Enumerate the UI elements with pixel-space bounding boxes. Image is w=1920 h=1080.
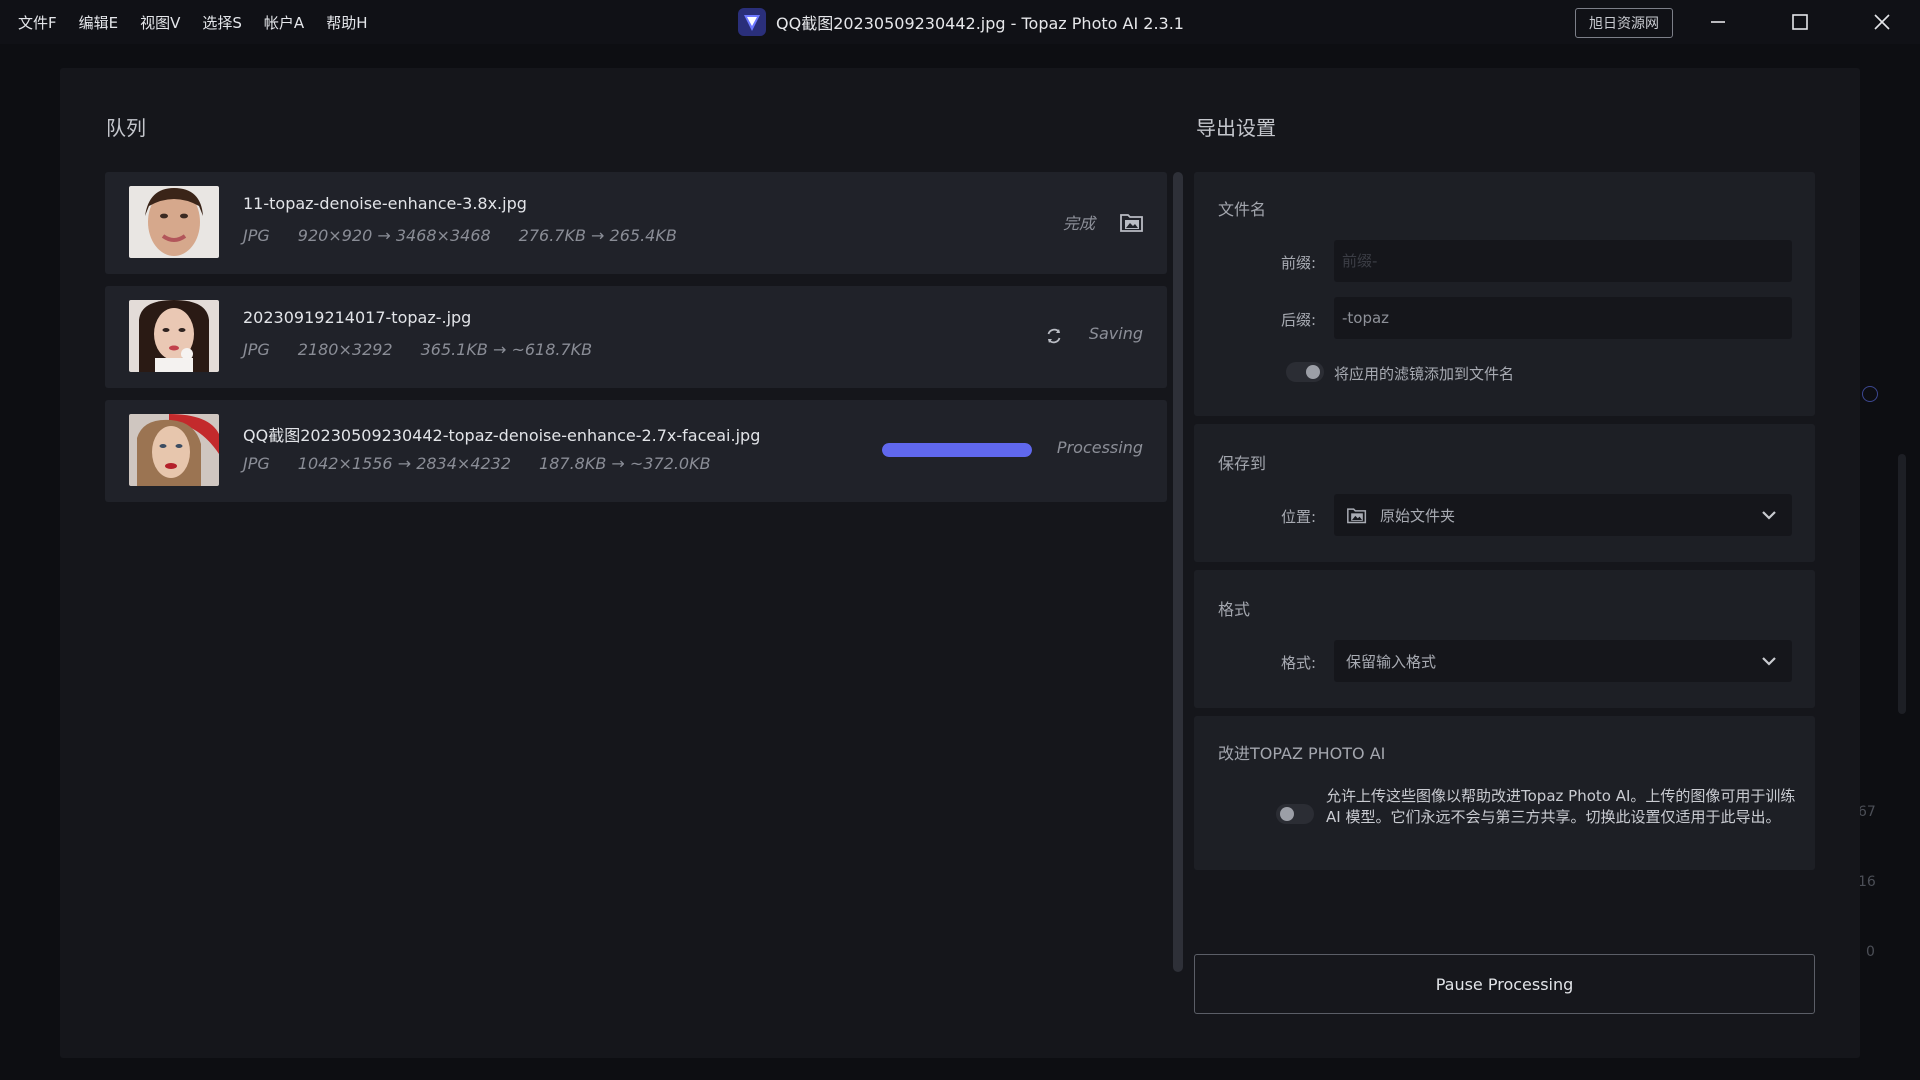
filename-panel: 文件名 前缀: 后缀: 将应用的滤镜添加到文件名 bbox=[1194, 172, 1815, 416]
export-dialog: 队列 导出设置 11-topaz-denoise-enhance-3.8x.jp… bbox=[60, 68, 1860, 1058]
spinner-icon bbox=[1047, 328, 1061, 344]
window-title-text: QQ截图20230509230442.jpg - Topaz Photo AI … bbox=[776, 14, 1184, 33]
filter-name-toggle[interactable] bbox=[1286, 362, 1324, 382]
improve-section-label: 改进TOPAZ PHOTO AI bbox=[1218, 744, 1386, 763]
status-text: Saving bbox=[1088, 324, 1143, 343]
minimize-button[interactable] bbox=[1688, 0, 1748, 44]
location-label: 位置: bbox=[1280, 508, 1316, 526]
file-format: JPG bbox=[243, 340, 270, 359]
file-meta: JPG 2180×3292 365.1KB → ~618.7KB bbox=[243, 340, 620, 359]
progress-bar bbox=[882, 443, 1032, 457]
save-section-label: 保存到 bbox=[1218, 454, 1267, 473]
suffix-label: 后缀: bbox=[1280, 311, 1316, 329]
menu-bar: 文件F 编辑E 视图V 选择S 帐户A 帮助H bbox=[0, 0, 381, 44]
queue-item[interactable]: 20230919214017-topaz-.jpg JPG 2180×3292 … bbox=[105, 286, 1167, 388]
location-value: 原始文件夹 bbox=[1380, 506, 1456, 525]
menu-account[interactable]: 帐户A bbox=[256, 12, 312, 33]
file-dimensions: 920×920 → 3468×3468 bbox=[297, 226, 491, 245]
toggle-knob bbox=[1280, 807, 1294, 821]
format-panel: 格式 格式: 保留输入格式 bbox=[1194, 570, 1815, 708]
progress-fill bbox=[882, 443, 1032, 457]
folder-image-icon bbox=[1347, 508, 1367, 524]
toggle-knob bbox=[1306, 365, 1320, 379]
file-meta: JPG 1042×1556 → 2834×4232 187.8KB → ~372… bbox=[243, 454, 739, 473]
queue-item[interactable]: 11-topaz-denoise-enhance-3.8x.jpg JPG 92… bbox=[105, 172, 1167, 274]
background-value: 67 bbox=[1858, 804, 1876, 820]
improve-panel: 改进TOPAZ PHOTO AI 允许上传这些图像以帮助改进Topaz Phot… bbox=[1194, 716, 1815, 870]
window-title: QQ截图20230509230442.jpg - Topaz Photo AI … bbox=[738, 0, 1184, 44]
menu-help[interactable]: 帮助H bbox=[318, 12, 375, 33]
thumbnail bbox=[129, 186, 219, 258]
upload-images-toggle[interactable] bbox=[1276, 804, 1314, 824]
status-text: 完成 bbox=[1062, 214, 1095, 233]
queue-item[interactable]: QQ截图20230509230442-topaz-denoise-enhance… bbox=[105, 400, 1167, 502]
background-value: 16 bbox=[1858, 874, 1876, 890]
open-folder-button[interactable] bbox=[1119, 210, 1145, 234]
status-text: Processing bbox=[1056, 438, 1143, 457]
pause-processing-button[interactable]: Pause Processing bbox=[1194, 954, 1815, 1014]
format-value: 保留输入格式 bbox=[1346, 652, 1437, 671]
menu-file[interactable]: 文件F bbox=[10, 12, 65, 33]
file-size: 276.7KB → 265.4KB bbox=[518, 226, 677, 245]
format-label: 格式: bbox=[1280, 654, 1316, 672]
thumbnail bbox=[129, 300, 219, 372]
chevron-down-icon bbox=[1760, 653, 1778, 669]
menu-view[interactable]: 视图V bbox=[132, 12, 188, 33]
menu-edit[interactable]: 编辑E bbox=[71, 12, 126, 33]
close-button[interactable] bbox=[1852, 0, 1912, 44]
location-select[interactable]: 原始文件夹 bbox=[1334, 494, 1792, 536]
export-settings-title: 导出设置 bbox=[1196, 116, 1276, 140]
file-meta: JPG 920×920 → 3468×3468 276.7KB → 265.4K… bbox=[243, 226, 705, 245]
background-scrollbar bbox=[1898, 454, 1906, 714]
file-name: QQ截图20230509230442-topaz-denoise-enhance… bbox=[243, 426, 761, 445]
format-select[interactable]: 保留输入格式 bbox=[1334, 640, 1792, 682]
file-size: 365.1KB → ~618.7KB bbox=[420, 340, 593, 359]
minimize-icon bbox=[1711, 21, 1725, 23]
background-value: 0 bbox=[1866, 944, 1875, 960]
queue-scrollbar[interactable] bbox=[1173, 172, 1183, 972]
suffix-input[interactable] bbox=[1334, 297, 1792, 339]
file-format: JPG bbox=[243, 226, 270, 245]
file-name: 20230919214017-topaz-.jpg bbox=[243, 308, 472, 327]
prefix-label: 前缀: bbox=[1280, 254, 1316, 272]
maximize-icon bbox=[1792, 14, 1808, 30]
title-bar: 文件F 编辑E 视图V 选择S 帐户A 帮助H QQ截图202305092304… bbox=[0, 0, 1920, 44]
resource-badge[interactable]: 旭日资源网 bbox=[1575, 8, 1673, 38]
save-to-panel: 保存到 位置: 原始文件夹 bbox=[1194, 424, 1815, 562]
file-dimensions: 1042×1556 → 2834×4232 bbox=[297, 454, 512, 473]
queue-title: 队列 bbox=[106, 116, 146, 140]
file-dimensions: 2180×3292 bbox=[297, 340, 393, 359]
file-size: 187.8KB → ~372.0KB bbox=[539, 454, 711, 473]
menu-select[interactable]: 选择S bbox=[194, 12, 250, 33]
chevron-down-icon bbox=[1760, 507, 1778, 523]
maximize-button[interactable] bbox=[1770, 0, 1830, 44]
topaz-logo-icon bbox=[738, 8, 766, 36]
folder-image-icon bbox=[1120, 214, 1143, 232]
close-icon bbox=[1874, 14, 1890, 30]
filename-section-label: 文件名 bbox=[1218, 200, 1267, 219]
background-smiley-icon bbox=[1862, 386, 1878, 402]
file-name: 11-topaz-denoise-enhance-3.8x.jpg bbox=[243, 194, 527, 213]
format-section-label: 格式 bbox=[1218, 600, 1251, 619]
prefix-input[interactable] bbox=[1334, 240, 1792, 282]
thumbnail bbox=[129, 414, 219, 486]
file-format: JPG bbox=[243, 454, 270, 473]
filter-name-toggle-label: 将应用的滤镜添加到文件名 bbox=[1334, 365, 1515, 383]
improve-description: 允许上传这些图像以帮助改进Topaz Photo AI。上传的图像可用于训练 A… bbox=[1326, 787, 1796, 826]
